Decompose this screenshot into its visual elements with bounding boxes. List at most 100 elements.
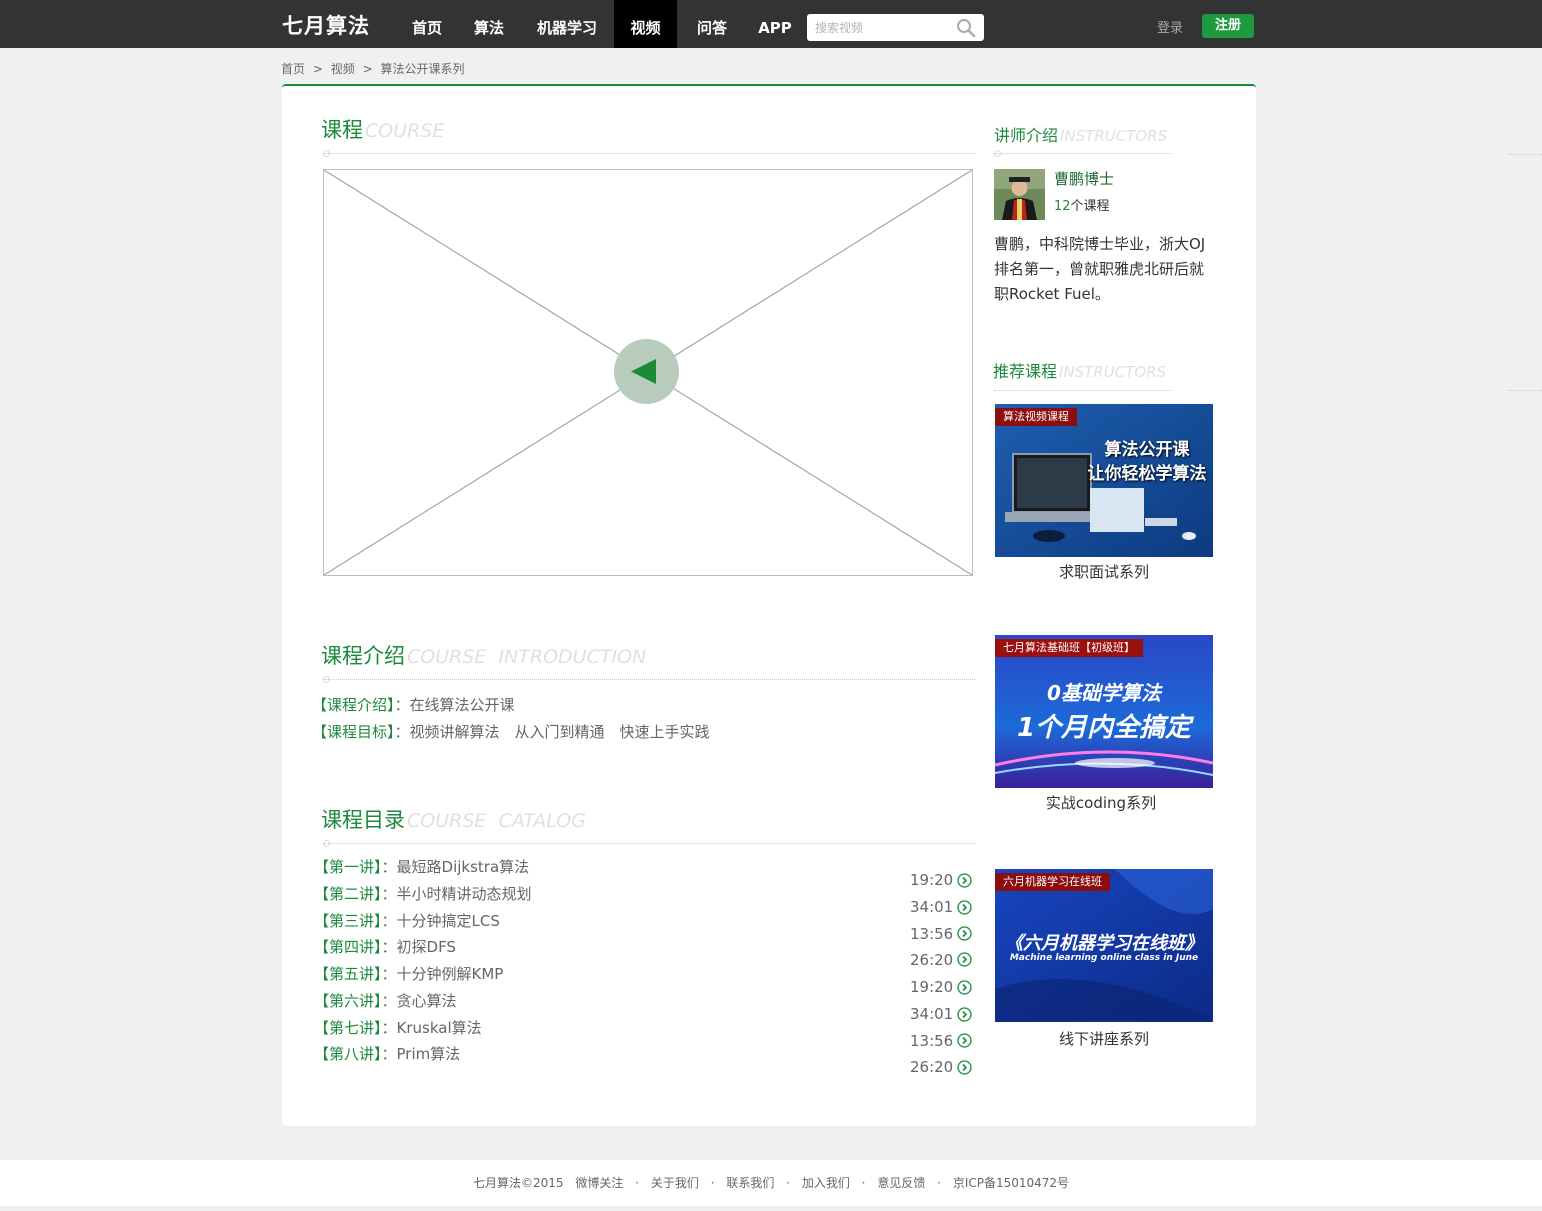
footer-link-weibo[interactable]: 微博关注 xyxy=(575,1176,623,1190)
recommend-heading-cn: 推荐课程 xyxy=(993,362,1058,381)
footer: 七月算法©2015 微博关注 · 关于我们 · 联系我们 · 加入我们 · 意见… xyxy=(0,1160,1542,1206)
lesson-item[interactable]: 【第六讲】：贪心算法 xyxy=(314,990,457,1011)
divider xyxy=(994,390,1172,391)
footer-link-join[interactable]: 加入我们 xyxy=(802,1176,850,1190)
instructor-heading: 讲师介绍 INSTRUCTORS xyxy=(994,122,1167,146)
intro-heading-en: COURSE INTRODUCTION xyxy=(407,646,647,668)
intro-text: ：在线算法公开课 xyxy=(394,696,515,714)
card-caption[interactable]: 实战coding系列 xyxy=(992,792,1210,813)
lesson-title: ：Kruskal算法 xyxy=(381,1019,482,1037)
footer-icp[interactable]: 京ICP备15010472号 xyxy=(953,1176,1069,1190)
top-navbar: 七月算法 首页 算法 机器学习 视频 问答 APP 登录 注册 xyxy=(0,0,1542,48)
lesson-item[interactable]: 【第七讲】：Kruskal算法 xyxy=(314,1017,482,1038)
play-arrow-icon[interactable] xyxy=(957,1007,972,1022)
lesson-title: ：Prim算法 xyxy=(381,1045,461,1063)
lesson-label: 【第七讲】 xyxy=(314,1019,382,1037)
lesson-label: 【第二讲】 xyxy=(314,885,382,903)
footer-link-contact[interactable]: 联系我们 xyxy=(726,1176,774,1190)
card-headline-line1: 《六月机器学习在线班》 xyxy=(1005,933,1203,954)
lesson-duration: 26:20 xyxy=(910,951,954,969)
nav-item-home[interactable]: 首页 xyxy=(397,0,457,48)
nav-item-qa[interactable]: 问答 xyxy=(684,0,740,48)
play-icon xyxy=(631,359,656,384)
play-arrow-icon[interactable] xyxy=(957,900,972,915)
play-arrow-icon[interactable] xyxy=(957,926,972,941)
instructor-avatar[interactable] xyxy=(994,169,1045,220)
lesson-item[interactable]: 【第八讲】：Prim算法 xyxy=(314,1043,460,1064)
play-arrow-icon[interactable] xyxy=(957,1033,972,1048)
login-link[interactable]: 登录 xyxy=(1157,17,1183,36)
site-logo[interactable]: 七月算法 xyxy=(282,10,370,40)
lesson-duration: 13:56 xyxy=(910,925,954,943)
nav-item-app[interactable]: APP xyxy=(748,0,802,48)
divider xyxy=(994,153,1172,154)
play-arrow-icon[interactable] xyxy=(957,980,972,995)
card-headline-line2: 让你轻松学算法 xyxy=(1087,464,1207,484)
search-icon[interactable] xyxy=(956,18,976,38)
nav-item-algorithm[interactable]: 算法 xyxy=(461,0,517,48)
lesson-label: 【第四讲】 xyxy=(314,938,382,956)
play-arrow-icon[interactable] xyxy=(957,1060,972,1075)
register-button[interactable]: 注册 xyxy=(1202,14,1254,38)
divider xyxy=(1508,390,1542,391)
divider-dot xyxy=(323,676,330,683)
breadcrumb-video[interactable]: 视频 xyxy=(331,62,355,76)
play-arrow-icon[interactable] xyxy=(957,952,972,967)
divider-dot xyxy=(323,150,330,157)
lesson-duration: 19:20 xyxy=(910,871,954,889)
intro-line: 【课程介绍】：在线算法公开课 xyxy=(312,694,515,715)
lesson-duration: 13:56 xyxy=(910,1032,954,1050)
recommend-card-basic-class[interactable]: 七月算法基础班【初级班】 0基础学算法 1个月内全搞定 xyxy=(995,635,1213,788)
course-count-unit: 个课程 xyxy=(1070,199,1110,214)
footer-copyright: 七月算法©2015 xyxy=(472,1176,564,1190)
card-caption[interactable]: 求职面试系列 xyxy=(995,561,1213,582)
recommend-card-ml-class[interactable]: 六月机器学习在线班 《六月机器学习在线班》 Machine learning o… xyxy=(995,869,1213,1022)
divider-dot xyxy=(994,150,1001,157)
divider xyxy=(323,679,975,680)
card-tag: 算法视频课程 xyxy=(995,408,1077,426)
breadcrumb-home[interactable]: 首页 xyxy=(281,62,305,76)
intro-text: ：视频讲解算法 从入门到精通 快速上手实践 xyxy=(394,723,710,741)
catalog-heading: 课程目录 COURSE CATALOG xyxy=(321,804,586,834)
lesson-label: 【第一讲】 xyxy=(314,858,382,876)
catalog-heading-cn: 课程目录 xyxy=(321,808,405,832)
breadcrumb-current: 算法公开课系列 xyxy=(380,62,465,76)
lesson-title: ：十分钟搞定LCS xyxy=(381,912,500,930)
recommend-heading-en: INSTRUCTORS xyxy=(1059,363,1167,381)
lesson-item[interactable]: 【第三讲】：十分钟搞定LCS xyxy=(314,910,500,931)
lesson-label: 【第六讲】 xyxy=(314,992,382,1010)
intro-line: 【课程目标】：视频讲解算法 从入门到精通 快速上手实践 xyxy=(312,721,710,742)
footer-link-feedback[interactable]: 意见反馈 xyxy=(877,1176,925,1190)
intro-label: 【课程介绍】 xyxy=(312,696,395,714)
lesson-item[interactable]: 【第五讲】：十分钟例解KMP xyxy=(314,963,503,984)
card-headline-line1: 算法公开课 xyxy=(1104,440,1190,460)
lesson-item[interactable]: 【第二讲】：半小时精讲动态规划 xyxy=(314,883,532,904)
lesson-title: ：半小时精讲动态规划 xyxy=(381,885,532,903)
footer-link-about[interactable]: 关于我们 xyxy=(651,1176,699,1190)
course-heading-cn: 课程 xyxy=(321,118,363,142)
footer-links: 七月算法©2015 微博关注 · 关于我们 · 联系我们 · 加入我们 · 意见… xyxy=(0,1174,1542,1191)
course-heading-en: COURSE xyxy=(365,120,445,142)
nav-item-machine-learning[interactable]: 机器学习 xyxy=(527,0,607,48)
footer-separator: · xyxy=(861,1176,866,1190)
breadcrumb: 首页 > 视频 > 算法公开课系列 xyxy=(281,60,468,77)
play-button[interactable] xyxy=(614,339,679,404)
search-input[interactable] xyxy=(815,14,955,41)
intro-label: 【课程目标】 xyxy=(312,723,395,741)
lesson-item[interactable]: 【第四讲】：初探DFS xyxy=(314,936,456,957)
recommend-card-algorithm[interactable]: 算法视频课程 算法公开课 让你轻松学算法 xyxy=(995,404,1213,557)
instructor-bio: 曹鹏，中科院博士毕业，浙大OJ排名第一，曾就职雅虎北研后就职Rocket Fue… xyxy=(994,235,1206,303)
play-arrow-icon[interactable] xyxy=(957,873,972,888)
breadcrumb-separator: > xyxy=(312,62,323,76)
lesson-item[interactable]: 【第一讲】：最短路Dijkstra算法 xyxy=(314,856,529,877)
instructor-name[interactable]: 曹鹏博士 xyxy=(1054,168,1114,189)
footer-separator: · xyxy=(635,1176,639,1190)
breadcrumb-separator: > xyxy=(362,62,373,76)
nav-item-video[interactable]: 视频 xyxy=(614,0,677,48)
lesson-duration: 26:20 xyxy=(910,1058,954,1076)
card-headline-line2: 1个月内全搞定 xyxy=(1016,713,1192,743)
divider xyxy=(323,843,975,844)
card-caption[interactable]: 线下讲座系列 xyxy=(995,1028,1213,1049)
lesson-duration: 34:01 xyxy=(910,898,954,916)
intro-heading: 课程介绍 COURSE INTRODUCTION xyxy=(321,640,646,670)
